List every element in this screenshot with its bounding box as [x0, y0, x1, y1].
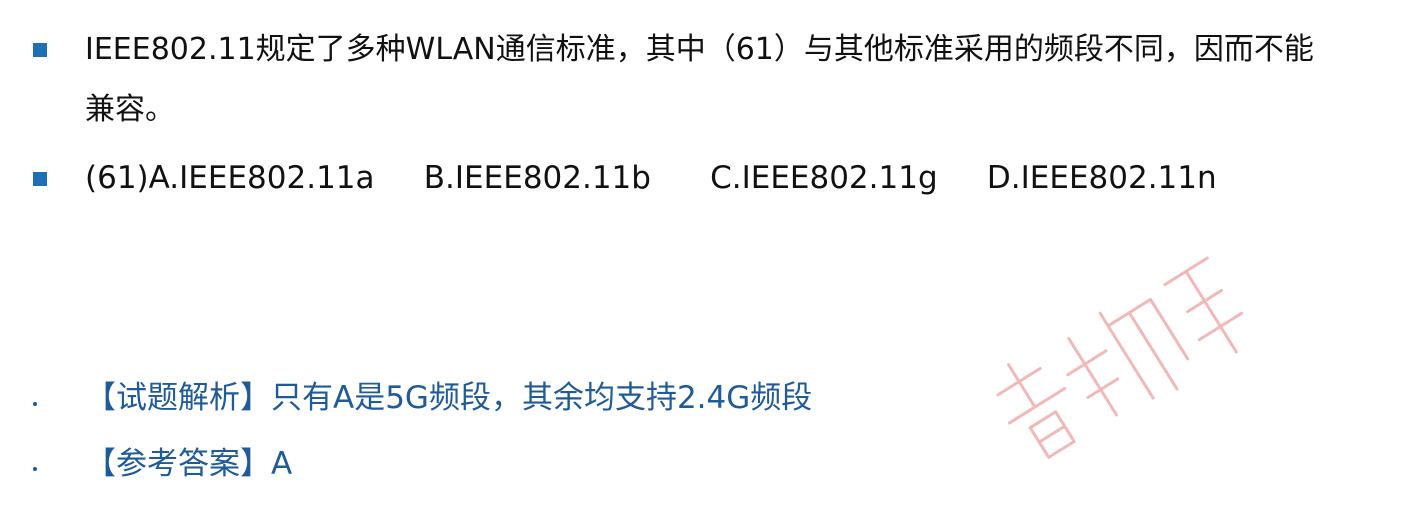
question-text: IEEE802.11规定了多种WLAN通信标准，其中（61）与其他标准采用的频段…: [85, 32, 1314, 127]
dot-bullet-icon: [33, 467, 37, 471]
square-bullet-icon: [33, 172, 47, 186]
dot-bullet-icon: [33, 402, 37, 406]
analysis-text: 【试题解析】只有A是5G频段，其余均支持2.4G频段: [85, 380, 813, 416]
square-bullet-icon: [33, 43, 47, 57]
watermark-stamp: [996, 256, 1244, 459]
options-text: (61)A.IEEE802.11a B.IEEE802.11b C.IEEE80…: [85, 160, 1217, 196]
answer-text: 【参考答案】A: [85, 446, 293, 482]
